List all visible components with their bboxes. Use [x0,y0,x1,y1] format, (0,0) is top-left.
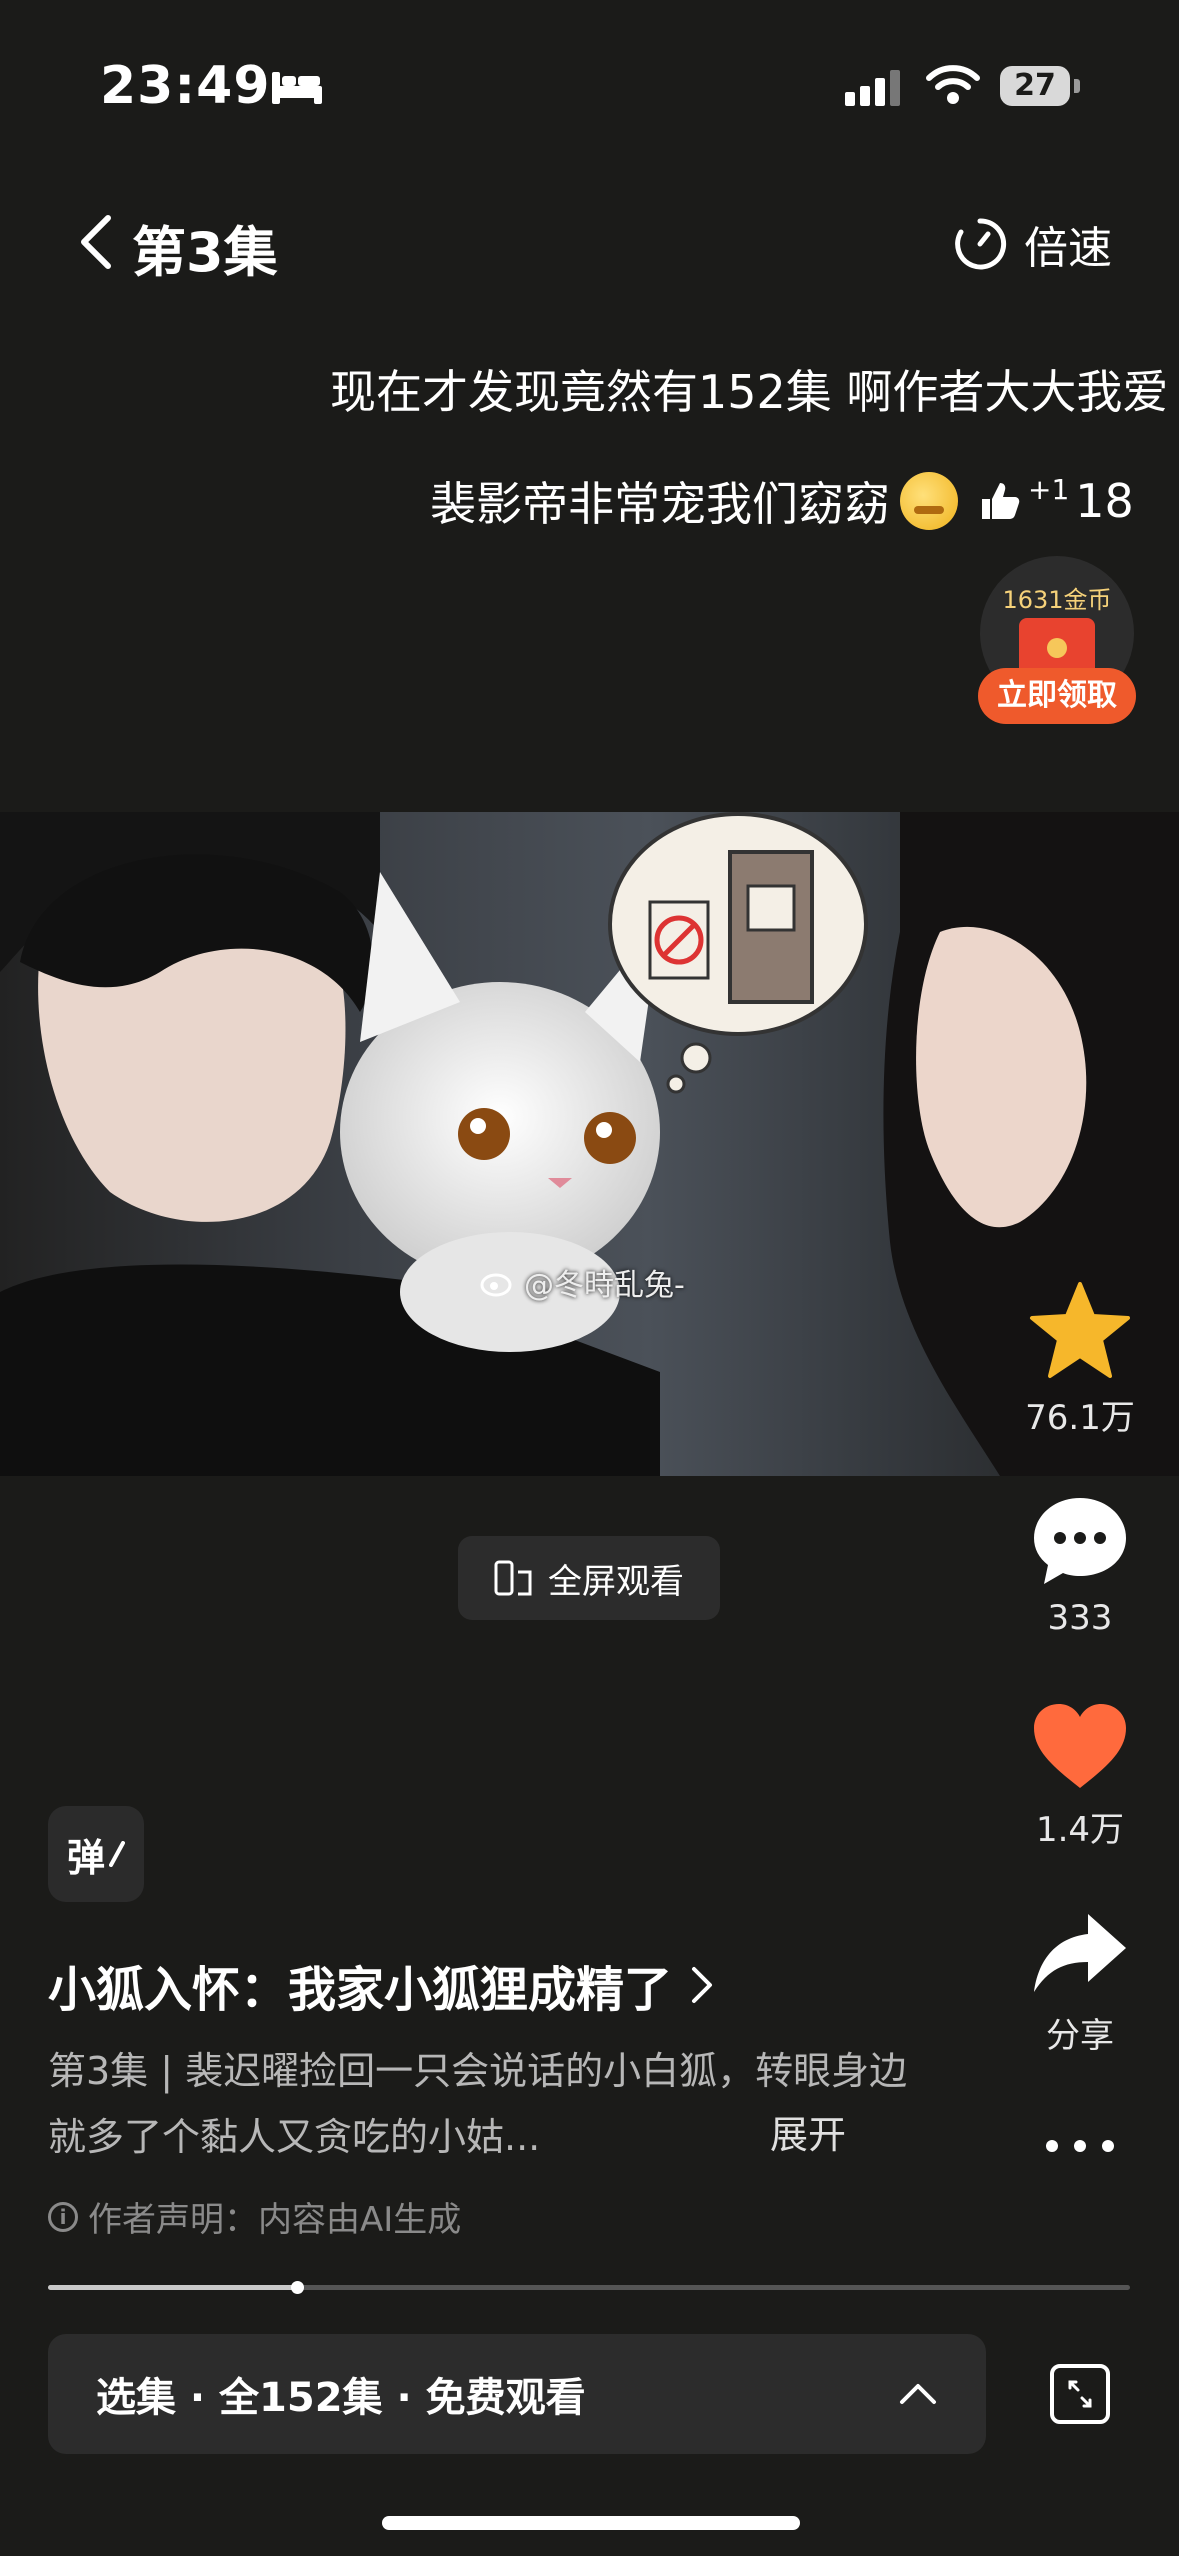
danmaku-toggle-label: 弹 [66,1835,105,1880]
fullscreen-button[interactable]: 全屏观看 [458,1536,720,1620]
video-frame-illustration [0,812,1179,1476]
like-count: 1.4万 [1035,1810,1125,1850]
home-indicator[interactable] [382,2516,800,2530]
coin-amount: 1631金币 [1002,586,1112,614]
claim-reward-button[interactable]: 立即领取 [978,668,1136,724]
wifi-icon [926,65,980,104]
share-label: 分享 [1046,2016,1114,2056]
back-arrow-icon[interactable] [78,214,114,270]
heart-icon [1034,1704,1126,1788]
watermark-text: @冬時乱兔- [524,1268,685,1303]
like-plus: +1 [1028,472,1070,506]
chevron-up-icon [900,2384,936,2404]
ai-disclaimer: i 作者声明：内容由AI生成 [48,2192,461,2241]
share-arrow-icon [1034,1914,1126,1992]
more-dots-icon [1046,2140,1114,2152]
collect-count: 76.1万 [1025,1398,1135,1438]
danmaku-toggle-button[interactable]: 弹 [48,1806,144,1902]
fullscreen-label: 全屏观看 [548,1561,684,1602]
cellular-signal-icon [845,70,900,106]
expand-description-button[interactable]: 展开 [770,2104,846,2159]
star-icon [1030,1282,1130,1378]
series-title-link[interactable]: 小狐入怀：我家小狐狸成精了 [48,1950,714,2020]
pencil-icon [109,1841,125,1867]
video-player[interactable]: @冬時乱兔- [0,812,1179,1476]
video-watermark: @冬時乱兔- [480,1260,685,1304]
playback-speed-button[interactable]: 倍速 [952,212,1112,276]
battery-indicator: 27 [1000,66,1070,106]
comment-button[interactable]: 333 [1005,1494,1155,1638]
like-button[interactable]: 1.4万 [1005,1700,1155,1851]
smiling-face-emoji-icon [900,472,958,530]
series-title: 小狐入怀：我家小狐狸成精了 [48,1962,673,2018]
battery-tip [1074,79,1080,93]
episode-selector-label: 选集 · 全152集 · 免费观看 [96,2375,586,2421]
collect-button[interactable]: 76.1万 [1005,1280,1155,1439]
thumbs-up-icon [982,483,1020,519]
playback-progress-thumb[interactable] [291,2281,304,2294]
picture-in-picture-button[interactable] [1050,2364,1110,2424]
danmaku-like-count: 18 [1075,474,1134,528]
danmaku-comment[interactable]: 现在才发现竟然有152集 啊作者大大我爱 [330,356,1168,422]
share-button[interactable]: 分享 [1005,1908,1155,2057]
episode-selector-bar[interactable]: 选集 · 全152集 · 免费观看 [48,2334,986,2454]
coin-reward-widget[interactable]: 1631金币 立即领取 [978,556,1136,726]
comment-count: 333 [1047,1598,1113,1638]
speed-label: 倍速 [1024,223,1112,274]
speed-icon [955,218,1007,270]
weibo-icon [480,1273,512,1297]
info-icon: i [48,2201,78,2232]
playback-progress-fill [48,2285,297,2290]
pip-icon [1068,2380,1092,2408]
more-options-button[interactable] [1005,2136,1155,2160]
episode-title: 第3集 [132,221,278,284]
danmaku-comment[interactable]: 裴影帝非常宠我们窈窈 +1 18 [430,468,1134,534]
status-time: 23:49 [100,56,271,116]
danmaku-like[interactable]: +1 18 [978,472,1134,528]
chevron-right-icon [692,1967,713,2003]
rotate-screen-icon [494,1560,532,1596]
comment-bubble-icon [1034,1498,1126,1584]
disclaimer-text: 作者声明：内容由AI生成 [88,2200,462,2240]
sleep-mode-icon [272,72,322,104]
danmaku-comment-text: 裴影帝非常宠我们窈窈 [430,477,890,531]
